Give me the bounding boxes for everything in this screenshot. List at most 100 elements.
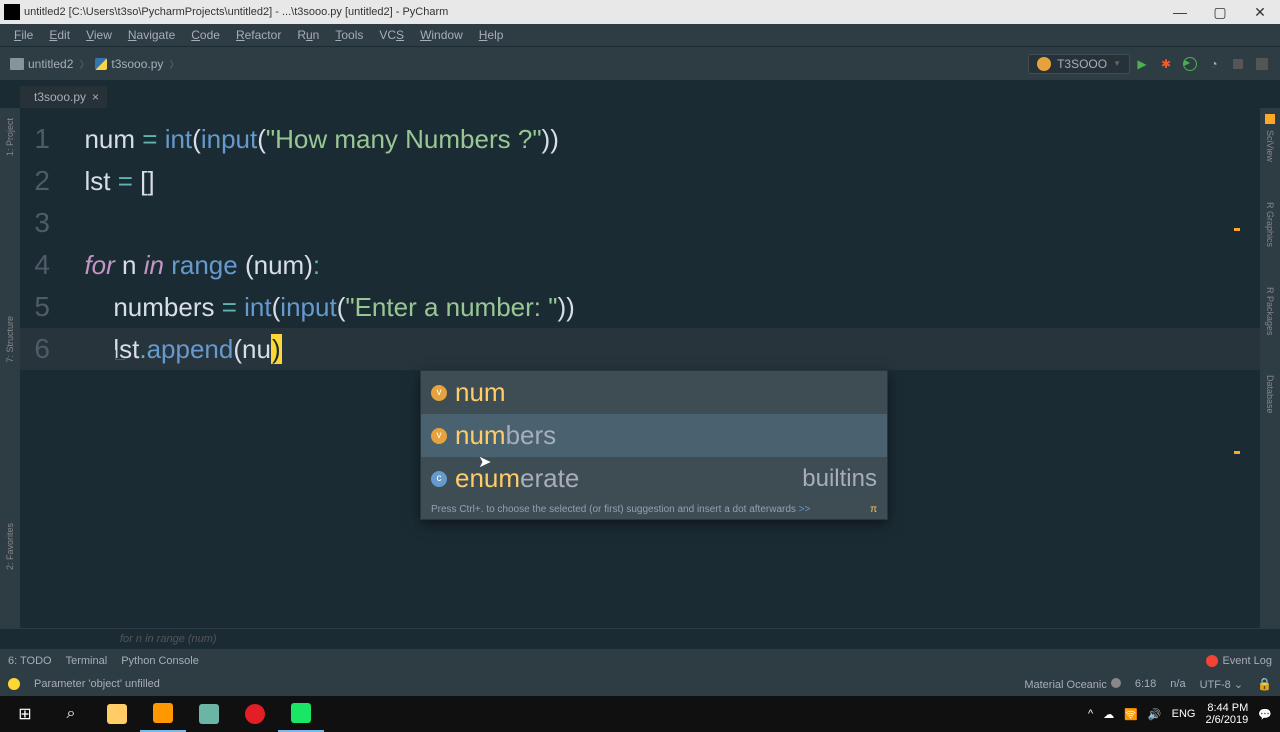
gutter-line-6: 6	[20, 333, 70, 365]
menu-navigate[interactable]: Navigate	[120, 26, 183, 44]
builtin-icon: c	[431, 471, 447, 487]
bulb-icon[interactable]	[8, 678, 20, 690]
menu-refactor[interactable]: Refactor	[228, 26, 289, 44]
close-button[interactable]: ✕	[1240, 0, 1280, 24]
tool-project[interactable]: 1: Project	[5, 118, 15, 156]
completion-item-numbers[interactable]: v numbers	[421, 414, 887, 457]
taskbar-camtasia[interactable]	[186, 696, 232, 732]
inspection-indicator[interactable]	[1265, 114, 1275, 124]
gutter-line-1: 1	[20, 123, 70, 155]
right-tool-strip: SciView R Graphics R Packages Database	[1260, 108, 1280, 628]
menu-window[interactable]: Window	[412, 26, 471, 44]
tray-onedrive-icon[interactable]: ☁	[1103, 708, 1114, 721]
tool-sciview[interactable]: SciView	[1265, 130, 1275, 162]
editor-tabs: t3sooo.py ×	[0, 80, 1280, 108]
menu-view[interactable]: View	[78, 26, 120, 44]
tool-rgraphics[interactable]: R Graphics	[1265, 202, 1275, 247]
breadcrumb-file-label: t3sooo.py	[111, 57, 163, 71]
menu-file[interactable]: File	[6, 26, 41, 44]
search-everywhere-button[interactable]	[1252, 54, 1272, 74]
theme-dot-icon	[1111, 678, 1121, 688]
profile-button[interactable]: ◔	[1204, 54, 1224, 74]
run-configuration-selector[interactable]: T3SOOO ▼	[1028, 54, 1130, 74]
breadcrumb-project[interactable]: untitled2	[6, 57, 77, 71]
gutter-line-4: 4	[20, 249, 70, 281]
windows-taskbar: ⊞ ⌕ ^ ☁ 🛜 🔊 ENG 8:44 PM 2/6/2019 💬	[0, 696, 1280, 732]
notification-dot-icon	[1206, 655, 1218, 667]
variable-icon: v	[431, 385, 447, 401]
status-theme[interactable]: Material Oceanic	[1024, 678, 1121, 691]
tool-python-console[interactable]: Python Console	[121, 655, 199, 667]
tool-todo[interactable]: 6: TODO	[8, 655, 52, 667]
chevron-down-icon: ▼	[1113, 59, 1121, 68]
menu-vcs[interactable]: VCS	[371, 26, 412, 44]
status-bar: Parameter 'object' unfilled Material Oce…	[0, 672, 1280, 696]
tab-t3sooo[interactable]: t3sooo.py ×	[20, 85, 107, 108]
app-icon	[4, 4, 20, 20]
tab-label: t3sooo.py	[34, 90, 86, 104]
run-button[interactable]: ▶	[1132, 54, 1152, 74]
run-config-label: T3SOOO	[1057, 57, 1107, 71]
maximize-button[interactable]: ▢	[1200, 0, 1240, 24]
breadcrumb-file[interactable]: t3sooo.py	[91, 57, 167, 71]
tool-rpackages[interactable]: R Packages	[1265, 287, 1275, 336]
tray-clock[interactable]: 8:44 PM 2/6/2019	[1205, 702, 1248, 726]
stop-button[interactable]	[1228, 54, 1248, 74]
tray-chevron-up-icon[interactable]: ^	[1088, 708, 1093, 720]
system-tray: ^ ☁ 🛜 🔊 ENG 8:44 PM 2/6/2019 💬	[1088, 702, 1278, 726]
status-separator: n/a	[1170, 678, 1185, 690]
menu-help[interactable]: Help	[471, 26, 512, 44]
taskbar-explorer[interactable]	[94, 696, 140, 732]
lock-icon[interactable]: 🔒	[1257, 677, 1272, 691]
fold-indicator[interactable]	[115, 350, 125, 360]
completion-popup: v num v numbers c enumerate builtins Pre…	[420, 370, 888, 520]
completion-item-enumerate[interactable]: c enumerate builtins	[421, 457, 887, 500]
tray-action-center-icon[interactable]: 💬	[1258, 708, 1272, 721]
tool-event-log[interactable]: Event Log	[1206, 655, 1272, 667]
menu-code[interactable]: Code	[183, 26, 228, 44]
tray-wifi-icon[interactable]: 🛜	[1124, 708, 1138, 721]
completion-hint: Press Ctrl+. to choose the selected (or …	[421, 500, 887, 519]
code-editor[interactable]: 1 num = int(input("How many Numbers ?"))…	[20, 108, 1260, 628]
chevron-right-icon: 〉	[167, 56, 181, 71]
tool-structure[interactable]: 7: Structure	[5, 316, 15, 363]
python-file-icon	[95, 58, 107, 70]
menu-run[interactable]: Run	[289, 26, 327, 44]
tool-terminal[interactable]: Terminal	[66, 655, 108, 667]
tray-sound-icon[interactable]: 🔊	[1148, 708, 1162, 721]
menu-bar: File Edit View Navigate Code Refactor Ru…	[0, 24, 1280, 46]
coverage-button[interactable]: ▶	[1180, 54, 1200, 74]
minimize-button[interactable]: —	[1160, 0, 1200, 24]
gutter-line-5: 5	[20, 291, 70, 323]
menu-tools[interactable]: Tools	[327, 26, 371, 44]
debug-button[interactable]: ✱	[1156, 54, 1176, 74]
completion-item-num[interactable]: v num	[421, 371, 887, 414]
status-position[interactable]: 6:18	[1135, 678, 1156, 690]
variable-icon: v	[431, 428, 447, 444]
window-titlebar: untitled2 [C:\Users\t3so\PycharmProjects…	[0, 0, 1280, 24]
gutter-line-2: 2	[20, 165, 70, 197]
menu-edit[interactable]: Edit	[41, 26, 78, 44]
breadcrumb-context: for n in range (num)	[0, 628, 1280, 648]
navigation-bar: untitled2 〉 t3sooo.py 〉 T3SOOO ▼ ▶ ✱ ▶ ◔	[0, 46, 1280, 80]
main-area: 1: Project 7: Structure 2: Favorites 1 n…	[0, 108, 1280, 628]
bottom-tool-bar: 6: TODO Terminal Python Console Event Lo…	[0, 648, 1280, 672]
status-inspection: Parameter 'object' unfilled	[34, 678, 160, 690]
taskbar-sublime[interactable]	[140, 696, 186, 732]
taskbar-opera[interactable]	[232, 696, 278, 732]
tool-database[interactable]: Database	[1265, 375, 1275, 414]
tab-close-icon[interactable]: ×	[92, 90, 99, 104]
search-button[interactable]: ⌕	[48, 696, 94, 732]
start-button[interactable]: ⊞	[2, 696, 48, 732]
config-icon	[1037, 57, 1051, 71]
window-title: untitled2 [C:\Users\t3so\PycharmProjects…	[24, 6, 448, 18]
gutter-line-3: 3	[20, 207, 70, 239]
tray-language[interactable]: ENG	[1172, 708, 1196, 720]
taskbar-pycharm[interactable]	[278, 696, 324, 732]
status-encoding[interactable]: UTF-8 ⌄	[1200, 678, 1243, 691]
error-stripe	[1234, 228, 1240, 454]
tool-favorites[interactable]: 2: Favorites	[5, 523, 15, 570]
breadcrumb-project-label: untitled2	[28, 57, 73, 71]
left-tool-strip: 1: Project 7: Structure 2: Favorites	[0, 108, 20, 628]
chevron-right-icon: 〉	[77, 56, 91, 71]
